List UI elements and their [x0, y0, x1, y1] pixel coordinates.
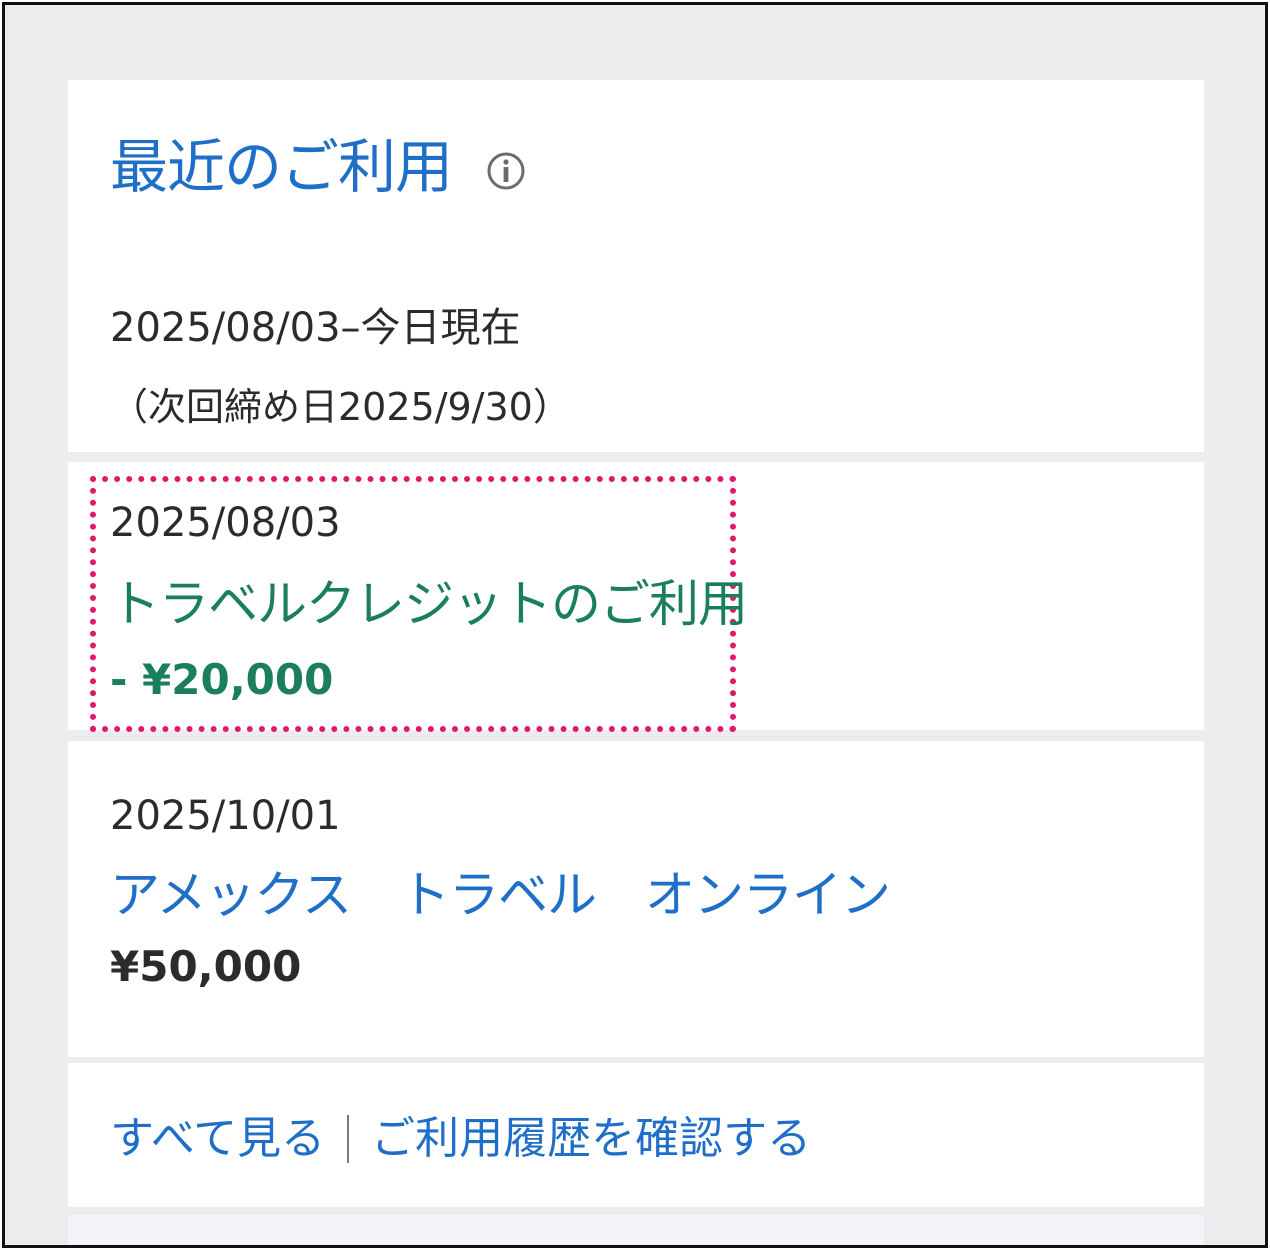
- usage-history-link[interactable]: ご利用履歴を確認する: [371, 1109, 811, 1169]
- transaction-name: アメックス トラベル オンライン: [110, 866, 891, 924]
- transaction-date: 2025/10/01: [110, 793, 341, 839]
- next-closing-date: （次回締め日2025/9/30）: [110, 385, 571, 429]
- transaction-amount: - ¥20,000: [110, 655, 334, 704]
- transaction-amex-travel[interactable]: 2025/10/01 アメックス トラベル オンライン ¥50,000: [68, 741, 1204, 1057]
- next-section-edge: [68, 1215, 1204, 1245]
- footer-links: すべて見る ご利用履歴を確認する: [68, 1063, 1204, 1207]
- billing-period: 2025/08/03–今日現在: [110, 305, 521, 351]
- info-icon[interactable]: [486, 151, 526, 191]
- page-title: 最近のご利用: [110, 133, 453, 201]
- transaction-date: 2025/08/03: [110, 500, 341, 546]
- screenshot-frame: 最近のご利用 2025/08/03–今日現在 （次回締め日2025/9/30） …: [2, 2, 1268, 1248]
- recent-usage-header: 最近のご利用 2025/08/03–今日現在 （次回締め日2025/9/30）: [68, 80, 1204, 452]
- transaction-travel-credit[interactable]: 2025/08/03 トラベルクレジットのご利用 - ¥20,000: [68, 462, 1204, 732]
- links-row: すべて見る ご利用履歴を確認する: [110, 1109, 811, 1169]
- title-row: 最近のご利用: [110, 132, 526, 202]
- transaction-name: トラベルクレジットのご利用: [110, 575, 748, 633]
- link-separator: [347, 1115, 350, 1163]
- view-all-link[interactable]: すべて見る: [110, 1109, 325, 1169]
- transaction-amount: ¥50,000: [110, 942, 302, 991]
